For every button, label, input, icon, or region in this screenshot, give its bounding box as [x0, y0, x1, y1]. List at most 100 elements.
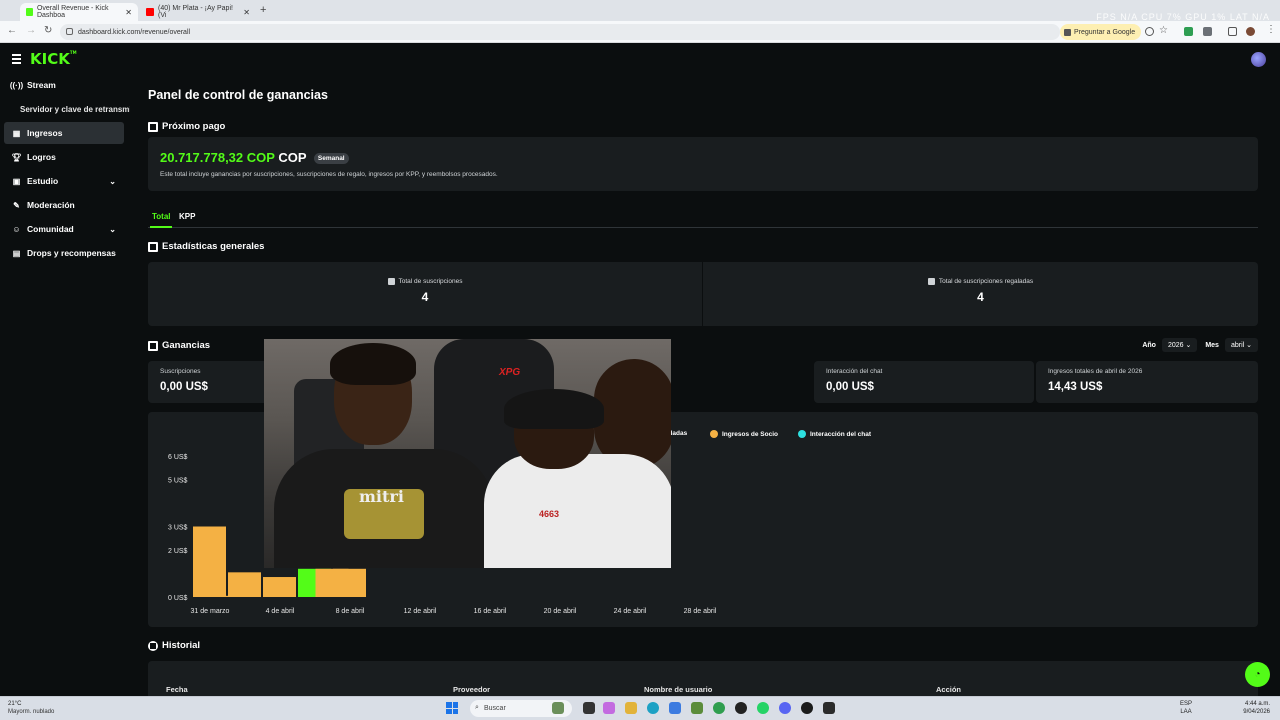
- ask-google-button[interactable]: Preguntar a Google: [1060, 24, 1142, 40]
- address-bar[interactable]: dashboard.kick.com/revenue/overall: [60, 24, 1060, 40]
- close-tab-icon[interactable]: ✕: [243, 8, 250, 17]
- x-tick-label: 28 de abril: [684, 608, 717, 615]
- back-icon[interactable]: ←: [7, 25, 17, 36]
- browser-tab-kick[interactable]: Overall Revenue - Kick Dashboa ✕: [20, 3, 138, 21]
- earnings-chart-icon: [148, 340, 158, 351]
- tab-title: (40) Mr Plata - ¡Ay Papi! (Vi: [158, 5, 233, 19]
- browser-tab-youtube[interactable]: (40) Mr Plata - ¡Ay Papi! (Vi ✕: [140, 3, 256, 21]
- cam-chair-logo: XPG: [499, 367, 521, 378]
- discord-icon[interactable]: [779, 702, 791, 714]
- y-tick-label: 5 US$: [168, 478, 188, 485]
- sidebar-subitem-stream-key[interactable]: Servidor y clave de retransmisión: [20, 105, 130, 114]
- chart-bar[interactable]: [228, 572, 261, 597]
- sidebar-item-stream[interactable]: ((·)) Stream: [4, 74, 124, 96]
- widget-icon[interactable]: [552, 702, 564, 714]
- sidepanel-icon[interactable]: [1228, 27, 1237, 36]
- system-clock[interactable]: 4:44 a.m. 9/04/2026: [1243, 700, 1270, 716]
- sidebar-item-drops[interactable]: ▤ Drops y recompensas: [4, 242, 124, 264]
- sidebar-item-label: Comunidad: [27, 224, 74, 234]
- stat-label: Total de suscripciones: [398, 278, 463, 285]
- task-view-icon[interactable]: [583, 702, 595, 714]
- y-tick-label: 0 US$: [168, 595, 188, 602]
- stat-gifted-subscriptions: Total de suscripciones regaladas 4: [703, 262, 1258, 326]
- month-label: Mes: [1205, 341, 1219, 349]
- sidebar-item-label: Logros: [27, 152, 56, 162]
- tab-total[interactable]: Total: [152, 212, 171, 221]
- column-header-provider[interactable]: Proveedor: [453, 685, 490, 694]
- year-label: Año: [1142, 341, 1156, 349]
- forward-icon[interactable]: →: [26, 25, 36, 36]
- chevron-down-icon: ⌄: [109, 224, 116, 234]
- edge-icon[interactable]: [647, 702, 659, 714]
- hamburger-menu-icon[interactable]: [12, 54, 21, 66]
- metric-label: Interacción del chat: [826, 368, 883, 375]
- metric-label: Suscripciones: [160, 368, 201, 375]
- shield-extension-icon[interactable]: [1184, 27, 1193, 36]
- kick-favicon-icon: [26, 8, 33, 16]
- sidebar-item-label: Drops y recompensas: [27, 248, 116, 258]
- month-select[interactable]: abril ⌄: [1224, 338, 1258, 352]
- new-tab-button[interactable]: +: [260, 4, 266, 16]
- sidebar-item-comunidad[interactable]: ☺ Comunidad ⌄: [4, 218, 124, 240]
- terminal-icon[interactable]: [823, 702, 835, 714]
- cam-person-left-hair: [330, 343, 416, 385]
- sidebar-item-estudio[interactable]: ▣ Estudio ⌄: [4, 170, 124, 192]
- ask-google-label: Preguntar a Google: [1074, 28, 1136, 36]
- payout-frequency-badge: Semanal: [313, 153, 349, 165]
- chart-bar[interactable]: [263, 577, 296, 597]
- weather-desc: Mayorm. nublado: [8, 709, 55, 715]
- language-indicator[interactable]: ESP LAA: [1180, 700, 1192, 716]
- search-placeholder: Buscar: [484, 705, 506, 712]
- app-icon[interactable]: [801, 702, 813, 714]
- stats-icon: [148, 241, 158, 252]
- copilot-icon[interactable]: [603, 702, 615, 714]
- lang-top: ESP: [1180, 701, 1193, 707]
- user-avatar[interactable]: [1251, 52, 1266, 67]
- chrome-icon[interactable]: [713, 702, 725, 714]
- profile-avatar-icon[interactable]: [1246, 27, 1255, 36]
- column-header-action[interactable]: Acción: [936, 685, 961, 694]
- wallet-icon: [148, 121, 158, 132]
- sidebar-item-moderacion[interactable]: ✎ Moderación: [4, 194, 124, 216]
- store-icon[interactable]: [669, 702, 681, 714]
- password-key-icon[interactable]: [1145, 27, 1154, 36]
- bookmark-star-icon[interactable]: ☆: [1159, 25, 1168, 36]
- cam-shirt-text: mitri: [359, 487, 404, 506]
- next-payout-card: 20.717.778,32 COP COP Semanal Este total…: [148, 137, 1258, 191]
- active-tab-indicator: [150, 226, 172, 228]
- tab-title: Overall Revenue - Kick Dashboa: [36, 5, 109, 19]
- close-tab-icon[interactable]: ✕: [125, 8, 132, 17]
- webcam-overlay: XPG mitri 4663: [264, 339, 671, 568]
- y-tick-label: 6 US$: [168, 454, 188, 461]
- extensions-icon[interactable]: [1203, 27, 1212, 36]
- windows-start-icon[interactable]: [446, 702, 458, 714]
- obs-icon[interactable]: [735, 702, 747, 714]
- browser-menu-icon[interactable]: ⋮: [1266, 24, 1276, 35]
- page-title: Panel de control de ganancias: [148, 88, 328, 102]
- help-chat-button[interactable]: ◔: [1245, 662, 1270, 687]
- chart-bar[interactable]: [193, 526, 226, 598]
- column-header-date[interactable]: Fecha: [166, 685, 188, 694]
- chat-bubble-icon: ◔: [1254, 669, 1261, 680]
- chart-bar[interactable]: [333, 568, 366, 597]
- studio-icon: ▣: [12, 176, 21, 186]
- browser-toolbar: ← → ↻ dashboard.kick.com/revenue/overall…: [0, 21, 1280, 43]
- whatsapp-icon[interactable]: [757, 702, 769, 714]
- broadcast-icon: ((·)): [9, 80, 24, 90]
- site-info-icon[interactable]: [66, 28, 73, 35]
- year-select[interactable]: 2026 ⌄: [1161, 338, 1198, 352]
- column-header-username[interactable]: Nombre de usuario: [644, 685, 712, 694]
- minecraft-icon[interactable]: [691, 702, 703, 714]
- kick-logo[interactable]: KICKTM: [30, 50, 77, 68]
- metric-value: 0,00 US$: [160, 381, 208, 393]
- weather-widget[interactable]: 21°C Mayorm. nublado: [8, 700, 54, 716]
- youtube-favicon-icon: [146, 8, 154, 16]
- sidebar-item-logros[interactable]: 🏆︎ Logros: [4, 146, 124, 168]
- chevron-down-icon: ⌄: [109, 176, 116, 186]
- sidebar-item-ingresos[interactable]: ▦ Ingresos: [4, 122, 124, 144]
- sidebar-item-label: Stream: [27, 80, 56, 90]
- reload-icon[interactable]: ↻: [44, 25, 52, 36]
- x-tick-label: 8 de abril: [336, 608, 365, 615]
- file-explorer-icon[interactable]: [625, 702, 637, 714]
- tab-kpp[interactable]: KPP: [179, 212, 195, 221]
